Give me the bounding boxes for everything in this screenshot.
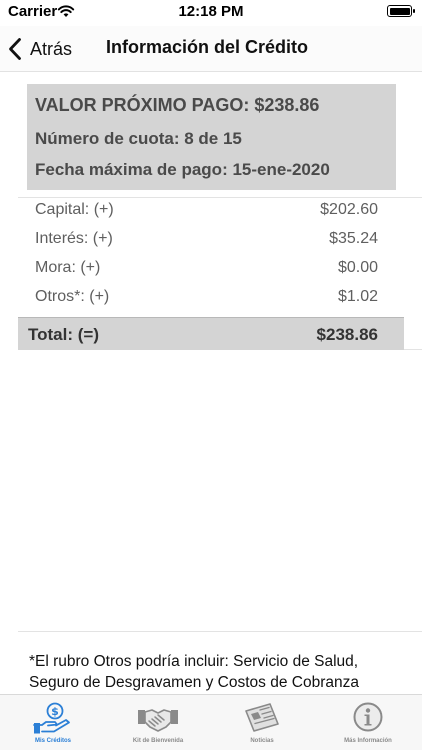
breakdown-row-capital: Capital: (+) $202.60 [35,201,378,225]
navigation-bar: Atrás Información del Crédito [0,26,422,72]
hand-money-icon: $ [33,702,70,734]
payment-summary: VALOR PRÓXIMO PAGO: $238.86 Número de cu… [27,84,396,190]
newspaper-icon [245,703,279,732]
info-icon [353,702,383,732]
installment-number: Número de cuota: 8 de 15 [35,129,242,148]
breakdown-label: Capital: (+) [35,201,114,218]
chevron-left-icon [9,38,21,60]
total-label: Total: (=) [28,325,99,344]
clock: 12:18 PM [178,3,244,20]
breakdown-value: $35.24 [329,230,378,247]
divider [18,197,422,198]
breakdown-value: $0.00 [337,259,378,276]
page-title: Información del Crédito [106,37,309,57]
status-bar: Carrier 12:18 PM [0,0,422,26]
divider [18,631,422,632]
tab-kit-de-bienvenida[interactable]: Kit de Bienvenida [118,701,198,749]
tab-label: Mis Créditos [34,738,71,744]
back-label: Atrás [30,38,73,59]
battery-icon [387,5,415,17]
breakdown-row-interest: Interés: (+) $35.24 [35,230,378,254]
breakdown-row-late-fee: Mora: (+) $0.00 [35,259,378,283]
tab-label: Más Información [344,738,392,744]
breakdown-label: Interés: (+) [35,230,113,247]
tab-mas-informacion[interactable]: Más Información [328,701,408,749]
divider [404,349,422,350]
total-value: $238.86 [316,325,378,344]
total-row: Total: (=) $238.86 [18,317,404,350]
next-payment-amount: VALOR PRÓXIMO PAGO: $238.86 [35,95,320,115]
breakdown-label: Otros*: (+) [35,288,110,305]
tab-bar: $ Mis Créditos Kit de Bienvenida Noticia… [0,694,422,750]
tab-mis-creditos[interactable]: $ Mis Créditos [13,701,93,749]
breakdown-label: Mora: (+) [35,259,101,276]
tab-label: Kit de Bienvenida [132,738,184,744]
back-button[interactable]: Atrás [8,34,72,64]
payment-due-date: Fecha máxima de pago: 15-ene-2020 [35,160,330,179]
tab-label: Noticias [250,738,274,744]
breakdown-value: $1.02 [337,288,378,305]
handshake-icon [138,709,178,732]
breakdown-row-other: Otros*: (+) $1.02 [35,288,378,312]
tab-noticias[interactable]: Noticias [222,701,302,749]
breakdown-value: $202.60 [320,201,378,218]
svg-text:$: $ [51,705,59,718]
footnote: *El rubro Otros podría incluir: Servicio… [29,653,359,691]
